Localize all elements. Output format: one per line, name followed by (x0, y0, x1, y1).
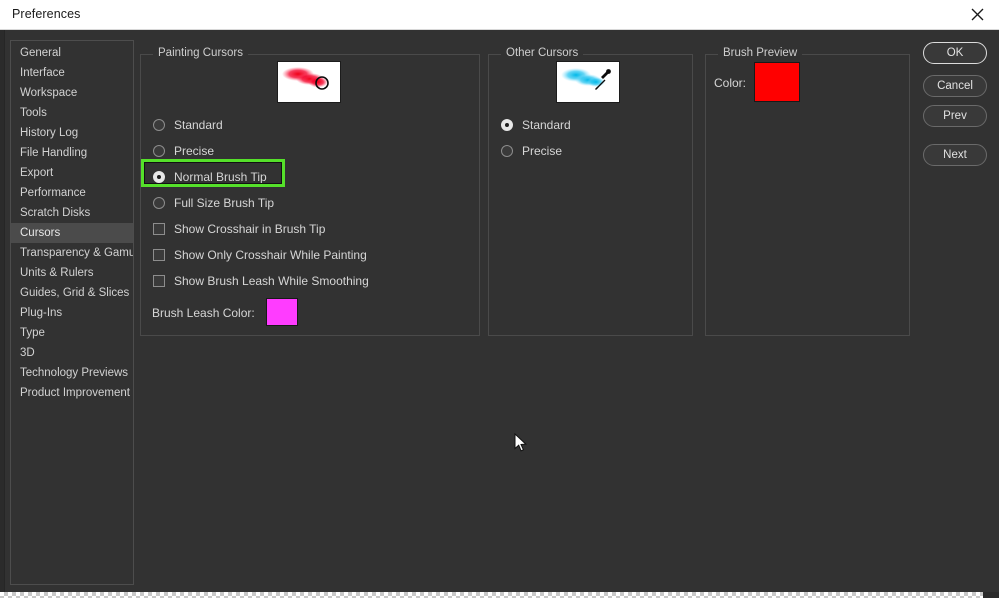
sidebar-item-transparency-gamut[interactable]: Transparency & Gamut (11, 243, 133, 263)
brush-preview-color-label: Color: (714, 76, 747, 90)
checkbox-show-crosshair-in-brush-tip-box[interactable] (153, 223, 165, 235)
radio-normal-brush-tip-label: Normal Brush Tip (174, 170, 267, 184)
radio-standard-label: Standard (174, 118, 223, 132)
radio-standard-indicator[interactable] (153, 119, 165, 131)
brush-preview-group-label: Brush Preview (718, 47, 803, 59)
checkbox-show-only-crosshair-while-painting-label: Show Only Crosshair While Painting (174, 248, 367, 262)
preferences-dialog: Preferences General Interface Workspace … (0, 0, 999, 598)
painting-cursors-group: Painting Cursors Standard Precise Normal… (140, 47, 480, 336)
cancel-button[interactable]: Cancel (923, 75, 987, 97)
sidebar-item-guides-grid-slices[interactable]: Guides, Grid & Slices (11, 283, 133, 303)
other-radio-standard[interactable]: Standard (501, 116, 571, 134)
painting-cursor-preview-icon (277, 61, 341, 103)
preferences-category-list[interactable]: General Interface Workspace Tools Histor… (10, 40, 134, 585)
next-button[interactable]: Next (923, 144, 987, 166)
radio-precise-label: Precise (174, 144, 215, 158)
other-radio-standard-indicator[interactable] (501, 119, 513, 131)
radio-precise-indicator[interactable] (153, 145, 165, 157)
sidebar-item-scratch-disks[interactable]: Scratch Disks (11, 203, 133, 223)
radio-full-size-brush-tip-indicator[interactable] (153, 197, 165, 209)
sidebar-item-workspace[interactable]: Workspace (11, 83, 133, 103)
other-radio-precise-label: Precise (522, 144, 563, 158)
brush-preview-group: Brush Preview (705, 47, 910, 336)
checkbox-show-only-crosshair-while-painting-box[interactable] (153, 249, 165, 261)
radio-normal-brush-tip[interactable]: Normal Brush Tip (153, 168, 267, 186)
transparency-checker-strip (0, 592, 999, 598)
sidebar-item-plug-ins[interactable]: Plug-Ins (11, 303, 133, 323)
sidebar-item-file-handling[interactable]: File Handling (11, 143, 133, 163)
sidebar-item-history-log[interactable]: History Log (11, 123, 133, 143)
sidebar-item-tools[interactable]: Tools (11, 103, 133, 123)
close-icon[interactable] (955, 0, 999, 29)
sidebar-item-technology-previews[interactable]: Technology Previews (11, 363, 133, 383)
other-radio-precise[interactable]: Precise (501, 142, 562, 160)
other-radio-precise-indicator[interactable] (501, 145, 513, 157)
brush-preview-color-swatch[interactable] (754, 62, 800, 102)
sidebar-item-performance[interactable]: Performance (11, 183, 133, 203)
sidebar-item-type[interactable]: Type (11, 323, 133, 343)
painting-cursors-group-label: Painting Cursors (153, 47, 249, 59)
checkbox-show-brush-leash-while-smoothing-box[interactable] (153, 275, 165, 287)
radio-normal-brush-tip-indicator[interactable] (153, 171, 165, 183)
radio-full-size-brush-tip[interactable]: Full Size Brush Tip (153, 194, 274, 212)
bottom-right-filler (983, 592, 999, 598)
sidebar-item-3d[interactable]: 3D (11, 343, 133, 363)
sidebar-item-general[interactable]: General (11, 43, 133, 63)
sidebar-item-product-improvement[interactable]: Product Improvement (11, 383, 133, 403)
checkbox-show-brush-leash-while-smoothing[interactable]: Show Brush Leash While Smoothing (153, 272, 369, 290)
radio-standard[interactable]: Standard (153, 116, 223, 134)
ok-button[interactable]: OK (923, 42, 987, 64)
sidebar-item-interface[interactable]: Interface (11, 63, 133, 83)
prev-button[interactable]: Prev (923, 105, 987, 127)
other-cursor-preview-icon (556, 61, 620, 103)
other-radio-standard-label: Standard (522, 118, 571, 132)
brush-leash-color-swatch[interactable] (266, 298, 298, 326)
other-cursors-group: Other Cursors Standard Precise (488, 47, 693, 336)
checkbox-show-crosshair-in-brush-tip-label: Show Crosshair in Brush Tip (174, 222, 326, 236)
other-cursors-group-label: Other Cursors (501, 47, 584, 59)
checkbox-show-only-crosshair-while-painting[interactable]: Show Only Crosshair While Painting (153, 246, 367, 264)
sidebar-item-export[interactable]: Export (11, 163, 133, 183)
radio-precise[interactable]: Precise (153, 142, 214, 160)
checkbox-show-crosshair-in-brush-tip[interactable]: Show Crosshair in Brush Tip (153, 220, 325, 238)
brush-leash-color-label: Brush Leash Color: (152, 306, 255, 320)
window-title: Preferences (12, 7, 81, 21)
radio-full-size-brush-tip-label: Full Size Brush Tip (174, 196, 275, 210)
sidebar-item-cursors[interactable]: Cursors (11, 223, 133, 243)
title-bar: Preferences (0, 0, 999, 30)
left-rail (0, 30, 5, 592)
sidebar-item-units-rulers[interactable]: Units & Rulers (11, 263, 133, 283)
checkbox-show-brush-leash-while-smoothing-label: Show Brush Leash While Smoothing (174, 274, 369, 288)
